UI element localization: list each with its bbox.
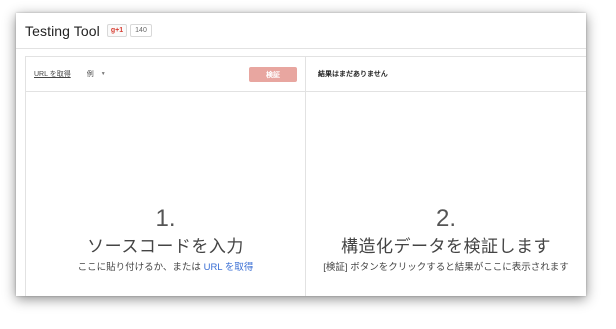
results-placeholder: 2. 構造化データを検証します [検証] ボタンをクリックすると結果がここに表示… bbox=[306, 205, 586, 275]
fetch-url-inline-link[interactable]: URL を取得 bbox=[204, 262, 254, 273]
results-pane: 結果はまだありません 2. 構造化データを検証します [検証] ボタンをクリック… bbox=[306, 57, 586, 296]
source-input-area[interactable]: 1. ソースコードを入力 ここに貼り付けるか、または URL を取得 bbox=[26, 205, 305, 275]
app-header: Testing Tool g+1 140 bbox=[16, 13, 586, 49]
step-title: 構造化データを検証します bbox=[341, 237, 551, 256]
app-title: Testing Tool bbox=[25, 22, 100, 39]
example-dropdown-label: 例 bbox=[86, 71, 94, 78]
step-number: 2. bbox=[435, 205, 456, 232]
chevron-down-icon: ▼ bbox=[100, 71, 106, 77]
step-instructions: [検証] ボタンをクリックすると結果がここに表示されます bbox=[323, 262, 569, 273]
fetch-url-link[interactable]: URL を取得 bbox=[34, 69, 71, 79]
workspace: URL を取得 例 ▼ 検証 1. ソースコードを入力 ここに貼り付けるか、また… bbox=[25, 56, 586, 296]
google-plus-one-button[interactable]: g+1 bbox=[106, 24, 128, 37]
plus-one-count-badge: 140 bbox=[130, 24, 152, 37]
no-results-label: 結果はまだありません bbox=[318, 71, 388, 78]
results-toolbar: 結果はまだありません bbox=[306, 57, 586, 92]
step-instructions-text: ここに貼り付けるか、または bbox=[77, 262, 204, 273]
app-window: Testing Tool g+1 140 URL を取得 例 ▼ 検証 1. ソ… bbox=[16, 13, 586, 296]
validate-button[interactable]: 検証 bbox=[249, 67, 297, 82]
source-pane: URL を取得 例 ▼ 検証 1. ソースコードを入力 ここに貼り付けるか、また… bbox=[26, 57, 306, 296]
source-toolbar: URL を取得 例 ▼ 検証 bbox=[26, 57, 305, 92]
step-instructions: ここに貼り付けるか、または URL を取得 bbox=[26, 261, 305, 275]
step-title: ソースコードを入力 bbox=[87, 237, 244, 256]
example-dropdown[interactable]: 例 ▼ bbox=[87, 69, 106, 79]
step-number: 1. bbox=[155, 205, 176, 232]
